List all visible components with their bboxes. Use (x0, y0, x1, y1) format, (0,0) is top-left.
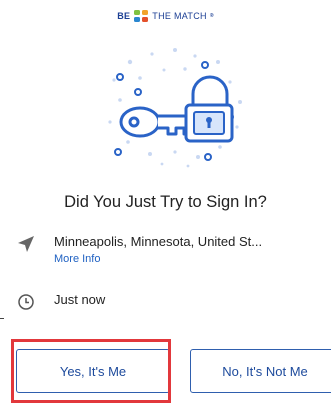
brand-logo: BE THE MATCH ® (0, 10, 331, 22)
clock-icon (18, 294, 34, 310)
logo-text-be: BE (117, 11, 131, 21)
yes-its-me-button[interactable]: Yes, It's Me (16, 349, 170, 393)
logo-mark-icon (134, 10, 149, 22)
location-arrow-icon (18, 236, 34, 252)
key-and-padlock-icon (108, 48, 242, 168)
logo-trademark: ® (209, 13, 214, 19)
location-text: Minneapolis, Minnesota, United St... (54, 234, 263, 249)
more-info-link[interactable]: More Info (54, 252, 262, 267)
location-row: Minneapolis, Minnesota, United St... Mor… (16, 234, 262, 267)
page-title: Did You Just Try to Sign In? (64, 193, 267, 211)
location-details: Minneapolis, Minnesota, United St... Mor… (54, 234, 262, 267)
time-row: Just now (16, 292, 105, 312)
logo-text-the-match: THE MATCH (152, 11, 207, 21)
time-text: Just now (54, 292, 106, 307)
no-its-not-me-button[interactable]: No, It's Not Me (190, 349, 331, 393)
divider-mark (0, 318, 4, 319)
